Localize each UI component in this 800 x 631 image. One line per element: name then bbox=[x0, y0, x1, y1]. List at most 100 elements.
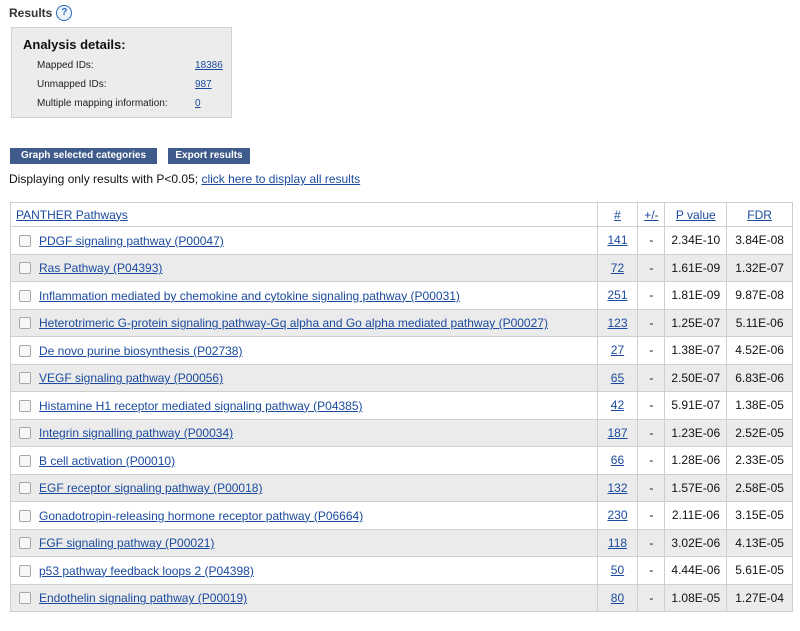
count-link[interactable]: 72 bbox=[596, 253, 639, 282]
unmapped-ids-link[interactable]: 987 bbox=[195, 79, 212, 90]
fdr-cell: 4.52E-06 bbox=[726, 336, 793, 365]
display-all-results-link[interactable]: click here to display all results bbox=[201, 172, 360, 186]
count-link[interactable]: 118 bbox=[596, 528, 639, 557]
count-link[interactable]: 66 bbox=[596, 446, 639, 475]
pathway-link[interactable]: FGF signaling pathway (P00021) bbox=[39, 536, 214, 550]
direction-cell: - bbox=[637, 473, 666, 502]
row-checkbox[interactable] bbox=[19, 592, 31, 605]
multiple-mapping-link[interactable]: 0 bbox=[195, 98, 201, 109]
mapped-ids-label: Mapped IDs: bbox=[37, 60, 94, 71]
fdr-column-header[interactable]: FDR bbox=[726, 202, 793, 227]
pathway-cell: Heterotrimeric G-protein signaling pathw… bbox=[10, 308, 598, 337]
results-table: PANTHER Pathways # +/- P value FDR PDGF … bbox=[10, 202, 793, 612]
pathway-cell: B cell activation (P00010) bbox=[10, 446, 598, 475]
count-link[interactable]: 80 bbox=[596, 583, 639, 612]
analysis-details-panel: Analysis details: Mapped IDs: 18386 Unma… bbox=[11, 27, 232, 118]
table-row: Integrin signalling pathway (P00034) 187… bbox=[10, 418, 793, 447]
direction-cell: - bbox=[637, 226, 666, 255]
pvalue-cell: 1.61E-09 bbox=[664, 253, 728, 282]
table-row: p53 pathway feedback loops 2 (P04398) 50… bbox=[10, 556, 793, 585]
row-checkbox[interactable] bbox=[19, 509, 31, 522]
count-link[interactable]: 251 bbox=[596, 281, 639, 310]
direction-cell: - bbox=[637, 308, 666, 337]
pathway-link[interactable]: PDGF signaling pathway (P00047) bbox=[39, 234, 224, 248]
pathway-link[interactable]: Gonadotropin-releasing hormone receptor … bbox=[39, 509, 363, 523]
pvalue-cell: 1.81E-09 bbox=[664, 281, 728, 310]
row-checkbox[interactable] bbox=[19, 262, 31, 275]
direction-cell: - bbox=[637, 363, 666, 392]
fdr-cell: 1.27E-04 bbox=[726, 583, 793, 612]
fdr-cell: 1.38E-05 bbox=[726, 391, 793, 420]
pathway-link[interactable]: B cell activation (P00010) bbox=[39, 454, 175, 468]
pvalue-cell: 1.57E-06 bbox=[664, 473, 728, 502]
pathway-link[interactable]: Histamine H1 receptor mediated signaling… bbox=[39, 399, 363, 413]
table-row: Ras Pathway (P04393) 72 - 1.61E-09 1.32E… bbox=[10, 253, 793, 282]
export-results-button[interactable]: Export results bbox=[168, 148, 250, 164]
row-checkbox[interactable] bbox=[19, 399, 31, 412]
help-icon[interactable]: ? bbox=[56, 5, 73, 21]
filter-text: Displaying only results with P<0.05; bbox=[9, 172, 202, 186]
table-row: B cell activation (P00010) 66 - 1.28E-06… bbox=[10, 446, 793, 475]
direction-column-header[interactable]: +/- bbox=[637, 202, 666, 227]
fdr-cell: 3.84E-08 bbox=[726, 226, 793, 255]
unmapped-ids-label: Unmapped IDs: bbox=[37, 79, 107, 90]
count-link[interactable]: 50 bbox=[596, 556, 639, 585]
graph-selected-categories-button[interactable]: Graph selected categories bbox=[10, 148, 157, 164]
count-link[interactable]: 230 bbox=[596, 501, 639, 530]
count-link[interactable]: 123 bbox=[596, 308, 639, 337]
row-checkbox[interactable] bbox=[19, 289, 31, 302]
row-checkbox[interactable] bbox=[19, 564, 31, 577]
pvalue-cell: 1.28E-06 bbox=[664, 446, 728, 475]
count-link[interactable]: 42 bbox=[596, 391, 639, 420]
filter-notice: Displaying only results with P<0.05; cli… bbox=[9, 172, 360, 186]
pathway-link[interactable]: EGF receptor signaling pathway (P00018) bbox=[39, 481, 262, 495]
row-checkbox[interactable] bbox=[19, 372, 31, 385]
direction-cell: - bbox=[637, 418, 666, 447]
row-checkbox[interactable] bbox=[19, 427, 31, 440]
count-link[interactable]: 132 bbox=[596, 473, 639, 502]
pathway-column-header[interactable]: PANTHER Pathways bbox=[10, 202, 598, 227]
fdr-cell: 2.52E-05 bbox=[726, 418, 793, 447]
table-header-row: PANTHER Pathways # +/- P value FDR bbox=[10, 202, 793, 227]
fdr-cell: 1.32E-07 bbox=[726, 253, 793, 282]
count-link[interactable]: 187 bbox=[596, 418, 639, 447]
fdr-cell: 5.11E-06 bbox=[726, 308, 793, 337]
row-checkbox[interactable] bbox=[19, 537, 31, 550]
fdr-cell: 5.61E-05 bbox=[726, 556, 793, 585]
pathway-link[interactable]: Heterotrimeric G-protein signaling pathw… bbox=[39, 316, 548, 330]
fdr-cell: 6.83E-06 bbox=[726, 363, 793, 392]
pathway-link[interactable]: Ras Pathway (P04393) bbox=[39, 261, 162, 275]
pathway-link[interactable]: De novo purine biosynthesis (P02738) bbox=[39, 344, 242, 358]
pathway-link[interactable]: VEGF signaling pathway (P00056) bbox=[39, 371, 223, 385]
row-checkbox[interactable] bbox=[19, 454, 31, 467]
pathway-cell: Endothelin signaling pathway (P00019) bbox=[10, 583, 598, 612]
pathway-link[interactable]: Inflammation mediated by chemokine and c… bbox=[39, 289, 460, 303]
pathway-cell: Integrin signalling pathway (P00034) bbox=[10, 418, 598, 447]
pathway-link[interactable]: p53 pathway feedback loops 2 (P04398) bbox=[39, 564, 254, 578]
pvalue-cell: 4.44E-06 bbox=[664, 556, 728, 585]
row-checkbox[interactable] bbox=[19, 317, 31, 330]
row-checkbox[interactable] bbox=[19, 482, 31, 495]
pathway-link[interactable]: Integrin signalling pathway (P00034) bbox=[39, 426, 233, 440]
fdr-cell: 4.13E-05 bbox=[726, 528, 793, 557]
count-link[interactable]: 27 bbox=[596, 336, 639, 365]
mapped-ids-link[interactable]: 18386 bbox=[195, 60, 223, 71]
direction-cell: - bbox=[637, 446, 666, 475]
pathway-cell: Ras Pathway (P04393) bbox=[10, 253, 598, 282]
pathway-link[interactable]: Endothelin signaling pathway (P00019) bbox=[39, 591, 247, 605]
count-link[interactable]: 65 bbox=[596, 363, 639, 392]
row-checkbox[interactable] bbox=[19, 344, 31, 357]
pathway-cell: Histamine H1 receptor mediated signaling… bbox=[10, 391, 598, 420]
pathway-cell: Gonadotropin-releasing hormone receptor … bbox=[10, 501, 598, 530]
count-column-header[interactable]: # bbox=[596, 202, 639, 227]
table-row: Endothelin signaling pathway (P00019) 80… bbox=[10, 583, 793, 612]
count-link[interactable]: 141 bbox=[596, 226, 639, 255]
table-row: VEGF signaling pathway (P00056) 65 - 2.5… bbox=[10, 363, 793, 392]
pathway-cell: Inflammation mediated by chemokine and c… bbox=[10, 281, 598, 310]
direction-cell: - bbox=[637, 253, 666, 282]
results-title: Results ? bbox=[9, 5, 73, 21]
pvalue-column-header[interactable]: P value bbox=[664, 202, 728, 227]
pathway-cell: De novo purine biosynthesis (P02738) bbox=[10, 336, 598, 365]
row-checkbox[interactable] bbox=[19, 234, 31, 247]
pathway-cell: FGF signaling pathway (P00021) bbox=[10, 528, 598, 557]
